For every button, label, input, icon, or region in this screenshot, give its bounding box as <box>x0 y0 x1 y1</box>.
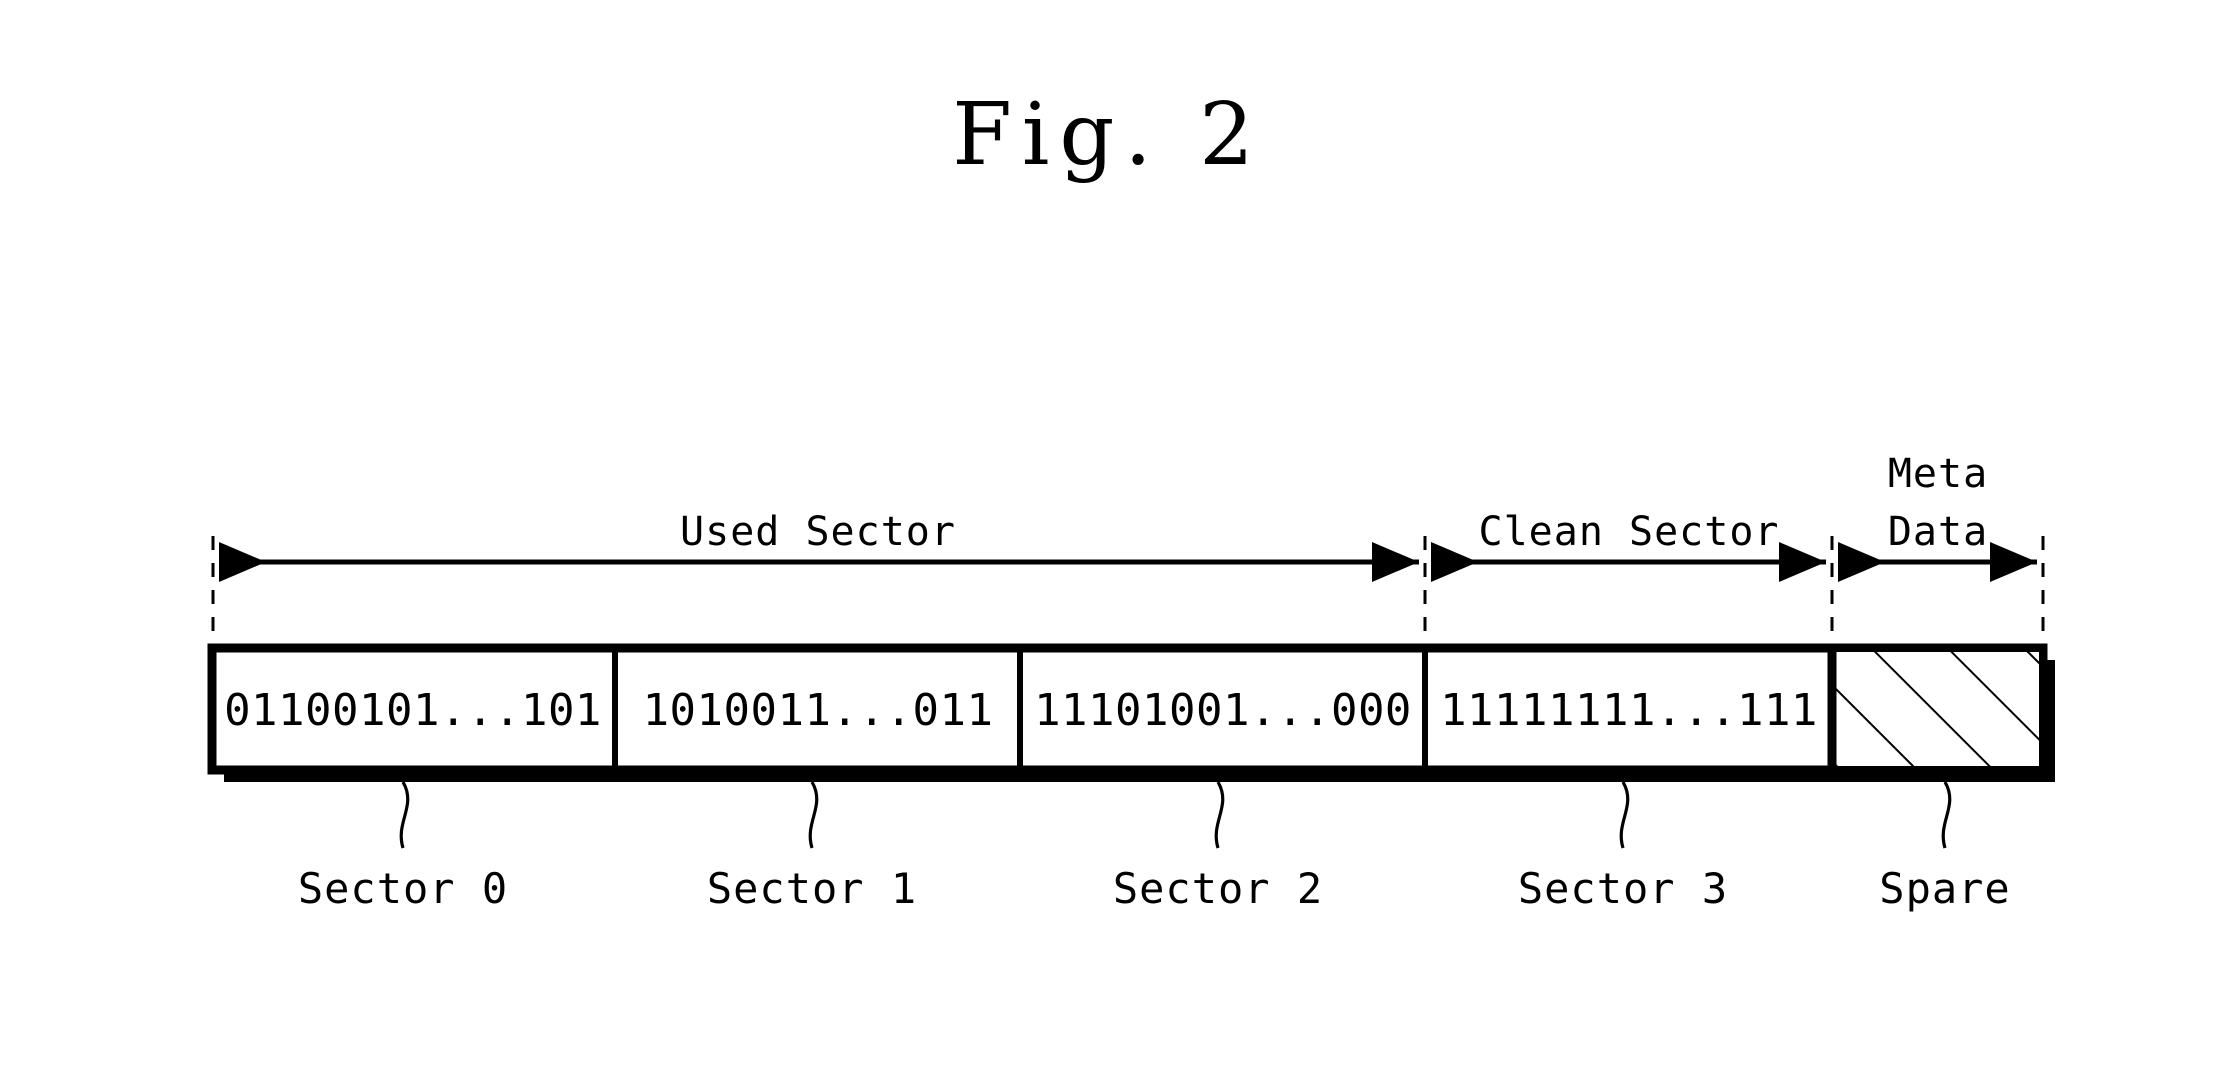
callout-sector-3: Sector 3 <box>1518 864 1728 913</box>
sector-1-value: 1010011...011 <box>643 685 994 736</box>
callout-labels: Sector 0 Sector 1 Sector 2 Sector 3 Spar… <box>298 864 2010 913</box>
clean-sector-label: Clean Sector <box>1479 509 1780 555</box>
leader-sector-1 <box>808 781 819 849</box>
span-meta-data: Meta Data <box>1837 451 2038 582</box>
span-clean-sector: Clean Sector <box>1430 509 1827 582</box>
leader-sector-2 <box>1214 781 1225 849</box>
meta-data-label-line1: Meta <box>1888 451 1988 497</box>
memory-block: 01100101...101 1010011...011 11101001...… <box>207 643 2048 775</box>
sector-0-value: 01100101...101 <box>224 685 602 736</box>
callout-leaders <box>399 781 1952 849</box>
figure-root: Fig. 2 Used Sector Clean Sector Meta Dat… <box>0 0 2216 1071</box>
leader-spare <box>1941 781 1952 849</box>
callout-sector-0: Sector 0 <box>298 864 508 913</box>
memory-layout-diagram: Used Sector Clean Sector Meta Data 01100… <box>207 451 2055 913</box>
sector-3-value: 11111111...111 <box>1440 685 1818 736</box>
used-sector-label: Used Sector <box>680 509 956 555</box>
callout-sector-2: Sector 2 <box>1113 864 1323 913</box>
callout-spare: Spare <box>1879 864 2010 913</box>
meta-data-label-line2: Data <box>1888 509 1988 555</box>
leader-sector-3 <box>1619 781 1630 849</box>
sector-2-value: 11101001...000 <box>1034 685 1412 736</box>
callout-sector-1: Sector 1 <box>707 864 917 913</box>
leader-sector-0 <box>399 781 410 849</box>
span-used-sector: Used Sector <box>218 509 1420 582</box>
spare-region <box>1836 652 2039 766</box>
